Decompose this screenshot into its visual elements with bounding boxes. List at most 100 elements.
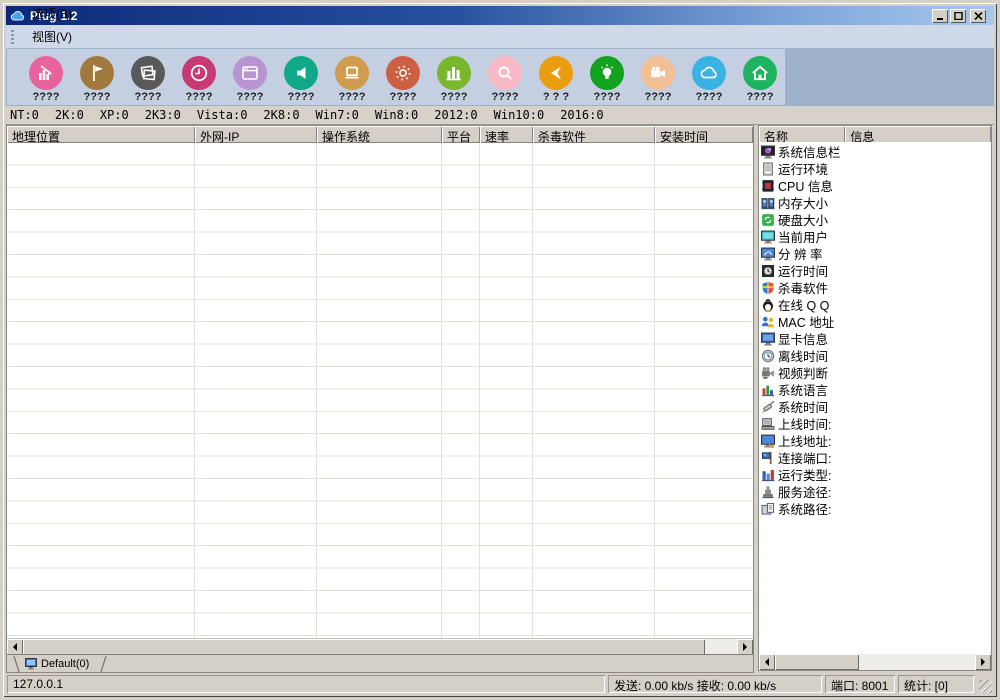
sun-icon (391, 61, 415, 85)
table-body[interactable] (7, 143, 753, 638)
os-counter: 2K3:0 (145, 108, 181, 122)
toolbar-button-1[interactable]: ???? (22, 49, 70, 103)
menu-item-1[interactable]: 视图(V) (20, 25, 85, 48)
detail-item[interactable]: 硬盘大小 (759, 211, 991, 228)
detail-item[interactable]: MAC 地址 (759, 313, 991, 330)
detail-item[interactable]: 系统路径: (759, 500, 991, 517)
system-info-icon (761, 145, 775, 159)
grid-line (441, 143, 442, 638)
os-counter: NT:0 (10, 108, 39, 122)
status-segment-1: 127.0.0.1 (7, 675, 605, 693)
camera-icon (646, 61, 670, 85)
scroll-thumb[interactable] (775, 654, 859, 670)
column-header-3[interactable]: 操作系统 (317, 126, 442, 143)
os-counter: XP:0 (100, 108, 129, 122)
detail-list: 系统信息栏运行环境CPU 信息内存大小硬盘大小当前用户分 辨 率运行时间杀毒软件… (759, 142, 991, 654)
photos-icon (136, 61, 160, 85)
detail-header: 名称信息 (759, 126, 991, 142)
window-icon (238, 61, 262, 85)
toolbar-button-9[interactable]: ???? (430, 49, 478, 103)
detail-item[interactable]: 显卡信息 (759, 330, 991, 347)
grid-line (316, 143, 317, 638)
detail-item[interactable]: 连接端口: (759, 449, 991, 466)
detail-item[interactable]: 系统时间 (759, 398, 991, 415)
toolbar-button-13[interactable]: ???? (634, 49, 682, 103)
stats-decline-icon (29, 56, 63, 90)
toolbar: ????????????????????????????????????????… (6, 48, 994, 106)
toolbar-button-3[interactable]: ???? (124, 49, 172, 103)
bar-chart-icon (442, 61, 466, 85)
toolbar-button-label: ???? (339, 91, 366, 103)
scroll-left-icon[interactable] (759, 654, 775, 670)
column-header-6[interactable]: 杀毒软件 (533, 126, 655, 143)
column-header-1[interactable]: 地理位置 (7, 126, 195, 143)
toolbar-button-12[interactable]: ???? (583, 49, 631, 103)
minimize-button[interactable] (932, 9, 948, 23)
sun-icon (386, 56, 420, 90)
scroll-right-icon[interactable] (737, 639, 753, 655)
detail-item[interactable]: 运行环境 (759, 160, 991, 177)
back-arrow-icon (544, 61, 568, 85)
toolbar-button-7[interactable]: ???? (328, 49, 376, 103)
bar-chart-icon (437, 56, 471, 90)
os-counter: 2K:0 (55, 108, 84, 122)
clock-icon (187, 61, 211, 85)
resize-grip-icon[interactable] (979, 680, 992, 693)
detail-item[interactable]: 系统信息栏 (759, 143, 991, 160)
grid-line (654, 143, 655, 638)
detail-item[interactable]: 离线时间 (759, 347, 991, 364)
os-counter: Win8:0 (375, 108, 418, 122)
detail-item[interactable]: 系统语言 (759, 381, 991, 398)
menu-grip[interactable] (11, 30, 14, 44)
video-icon (761, 366, 775, 380)
close-button[interactable] (970, 9, 986, 23)
window-icon (233, 56, 267, 90)
detail-item[interactable]: 运行类型: (759, 466, 991, 483)
toolbar-button-4[interactable]: ???? (175, 49, 223, 103)
toolbar-button-11[interactable]: ? ? ? (532, 49, 580, 103)
detail-item[interactable]: 杀毒软件 (759, 279, 991, 296)
toolbar-strip: ????????????????????????????????????????… (7, 49, 785, 105)
column-header-7[interactable]: 安装时间 (655, 126, 753, 143)
stats-decline-icon (34, 61, 58, 85)
os-counter: Win7:0 (316, 108, 359, 122)
toolbar-button-2[interactable]: ???? (73, 49, 121, 103)
tab-default-group[interactable]: Default(0) (23, 656, 97, 672)
scroll-thumb[interactable] (23, 639, 705, 655)
detail-item[interactable]: 分 辨 率 (759, 245, 991, 262)
memory-icon (761, 196, 775, 210)
toolbar-button-5[interactable]: ???? (226, 49, 274, 103)
detail-item[interactable]: 运行时间 (759, 262, 991, 279)
scroll-left-icon[interactable] (7, 639, 23, 655)
os-counter: 2016:0 (560, 108, 603, 122)
toolbar-button-10[interactable]: ???? (481, 49, 529, 103)
client-area: 地理位置外网-IP操作系统平台速率杀毒软件安装时间 Default(0) (6, 125, 994, 673)
toolbar-button-label: ???? (186, 91, 213, 103)
toolbar-button-14[interactable]: ???? (685, 49, 733, 103)
detail-item[interactable]: 内存大小 (759, 194, 991, 211)
menu-item-0[interactable]: 选项(B) (20, 2, 85, 25)
column-header-5[interactable]: 速率 (480, 126, 533, 143)
scroll-right-icon[interactable] (975, 654, 991, 670)
maximize-button[interactable] (950, 9, 966, 23)
gpu-icon (761, 332, 775, 346)
detail-item[interactable]: 视频判断 (759, 364, 991, 381)
column-header-4[interactable]: 平台 (442, 126, 480, 143)
detail-column-header-1[interactable]: 名称 (759, 126, 845, 143)
status-bar: 127.0.0.1发送: 0.00 kb/s 接收: 0.00 kb/s端口: … (6, 673, 994, 694)
detail-item[interactable]: 当前用户 (759, 228, 991, 245)
toolbar-button-8[interactable]: ???? (379, 49, 427, 103)
toolbar-button-6[interactable]: ???? (277, 49, 325, 103)
language-icon (761, 383, 775, 397)
detail-item[interactable]: 上线地址: (759, 432, 991, 449)
detail-item[interactable]: 在线 Q Q (759, 296, 991, 313)
toolbar-button-label: ???? (390, 91, 417, 103)
column-header-2[interactable]: 外网-IP (195, 126, 317, 143)
cloud-icon (692, 56, 726, 90)
detail-item[interactable]: 上线时间: (759, 415, 991, 432)
detail-item[interactable]: 服务途径: (759, 483, 991, 500)
detail-column-header-2[interactable]: 信息 (845, 126, 991, 143)
toolbar-button-15[interactable]: ???? (736, 49, 784, 103)
speaker-icon (289, 61, 313, 85)
detail-item[interactable]: CPU 信息 (759, 177, 991, 194)
